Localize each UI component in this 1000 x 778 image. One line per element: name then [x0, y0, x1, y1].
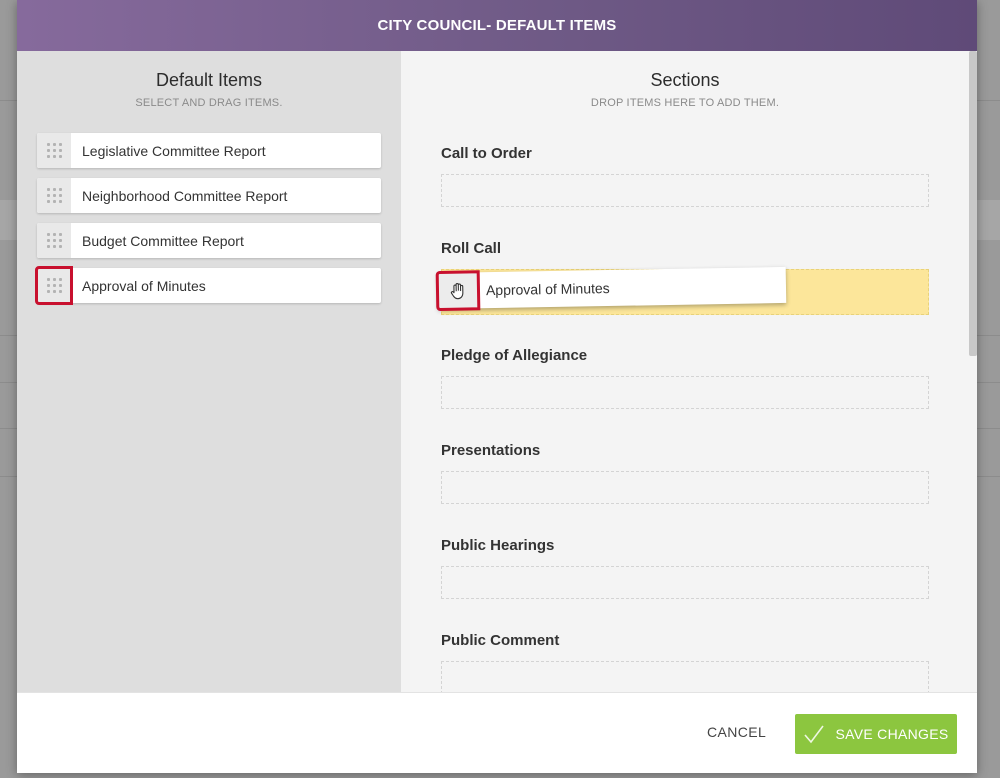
scroll-thumb[interactable] — [969, 51, 977, 356]
default-item-budget[interactable]: Budget Committee Report — [37, 223, 381, 258]
checkmark-icon — [804, 725, 825, 744]
modal-footer: CANCEL SAVE CHANGES — [17, 692, 977, 773]
sections-subtitle: DROP ITEMS HERE TO ADD THEM. — [590, 97, 780, 109]
modal-header: CITY COUNCIL- DEFAULT ITEMS — [17, 0, 977, 51]
section-label: Call to Order — [441, 145, 532, 162]
item-label: Legislative Committee Report — [82, 142, 266, 159]
section-label: Pledge of Allegiance — [441, 347, 588, 364]
default-items-modal: CITY COUNCIL- DEFAULT ITEMS Default Item… — [17, 0, 977, 773]
save-changes-button[interactable]: SAVE CHANGES — [795, 714, 957, 754]
section-presentations: Presentations — [441, 442, 929, 504]
item-label: Approval of Minutes — [82, 277, 206, 294]
default-items-list: Legislative Committee Report Neighborhoo… — [35, 133, 381, 313]
item-label: Neighborhood Committee Report — [82, 187, 288, 204]
modal-title: CITY COUNCIL- DEFAULT ITEMS — [377, 17, 617, 34]
section-public-comment: Public Comment — [441, 632, 929, 692]
section-label: Public Comment — [441, 632, 560, 649]
grab-hand-icon[interactable] — [435, 270, 481, 312]
grab-hand-icon — [450, 283, 464, 300]
item-label: Budget Committee Report — [82, 232, 244, 249]
section-pledge-of-allegiance: Pledge of Allegiance — [441, 347, 929, 409]
drop-zone[interactable] — [441, 661, 929, 692]
sections-pane: Sections DROP ITEMS HERE TO ADD THEM. Ca… — [401, 51, 977, 692]
section-label: Presentations — [441, 442, 541, 459]
default-items-subtitle: SELECT AND DRAG ITEMS. — [135, 97, 283, 109]
drag-handle-icon[interactable] — [37, 223, 71, 258]
dragged-item-label: Approval of Minutes — [485, 280, 610, 299]
drag-handle-icon[interactable] — [37, 133, 71, 168]
sections-title: Sections — [650, 70, 720, 90]
section-call-to-order: Call to Order — [441, 145, 929, 207]
sections-scrollbar[interactable] — [969, 51, 977, 692]
section-public-hearings: Public Hearings — [441, 537, 929, 599]
default-item-neighborhood[interactable]: Neighborhood Committee Report — [37, 178, 381, 213]
default-items-pane: Default Items SELECT AND DRAG ITEMS. Leg… — [17, 51, 401, 692]
cancel-button[interactable]: CANCEL — [707, 724, 766, 740]
default-items-title: Default Items — [155, 70, 263, 90]
section-label: Roll Call — [441, 240, 502, 257]
drop-zone[interactable] — [441, 471, 929, 504]
dragged-item-approval-of-minutes[interactable]: Approval of Minutes — [435, 266, 787, 312]
drag-handle-icon[interactable] — [35, 266, 73, 305]
section-label: Public Hearings — [441, 537, 555, 554]
default-item-legislative[interactable]: Legislative Committee Report — [37, 133, 381, 168]
drop-zone[interactable] — [441, 174, 929, 207]
drop-zone[interactable] — [441, 566, 929, 599]
drag-handle-icon[interactable] — [37, 178, 71, 213]
drop-zone[interactable] — [441, 376, 929, 409]
default-item-approval-of-minutes[interactable]: Approval of Minutes — [35, 266, 381, 305]
save-changes-label: SAVE CHANGES — [835, 726, 949, 742]
